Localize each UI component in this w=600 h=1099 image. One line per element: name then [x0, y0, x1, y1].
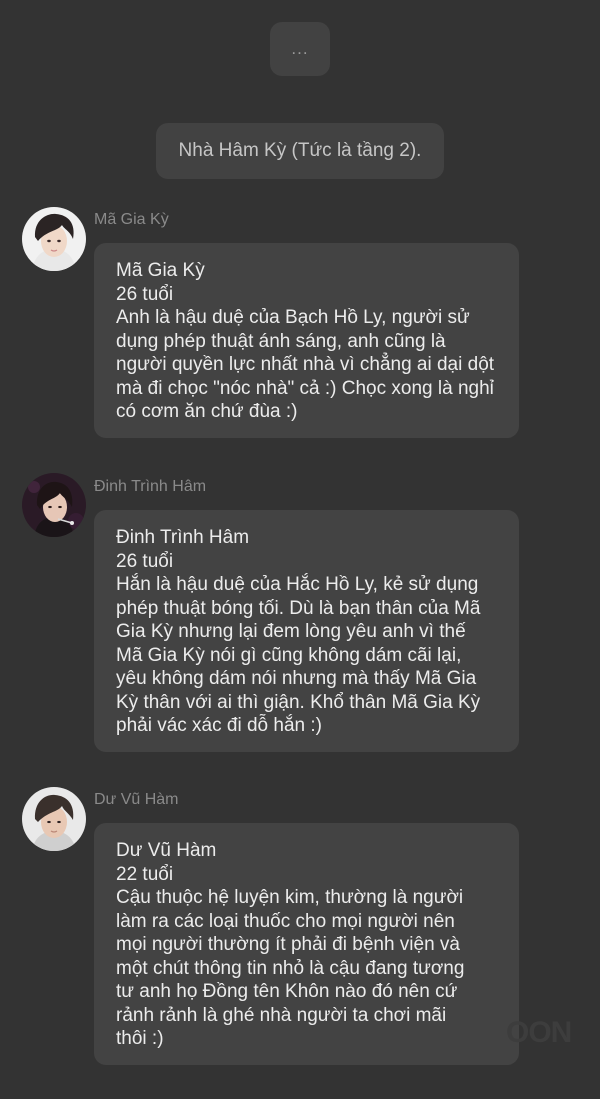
message-line: 26 tuổi [116, 550, 174, 572]
message-bubble-dinh-trinh-ham: Đinh Trình Hâm 26 tuổi Hắn là hậu duệ củ… [94, 510, 519, 752]
message-line: 26 tuổi [116, 283, 174, 305]
system-message-scene: Nhà Hâm Kỳ (Tức là tầng 2). [156, 123, 444, 179]
avatar-ma-gia-ky[interactable] [22, 207, 86, 271]
system-message-ellipsis: ... [270, 22, 330, 76]
avatar-photo-icon [22, 473, 86, 537]
message-line: phép thuật bóng tối. Dù là bạn thân của … [116, 597, 481, 619]
avatar-photo-icon [22, 207, 86, 271]
sender-name-du-vu-ham: Dư Vũ Hàm [94, 791, 179, 808]
avatar-du-vu-ham[interactable] [22, 787, 86, 851]
message-line: người quyền lực nhất nhà vì chẳng ai dại… [116, 354, 495, 375]
message-line: Mã Gia Kỳ nói gì cũng không dám cãi lại, [116, 644, 462, 666]
message-line: Hắn là hậu duệ của Hắc Hồ Ly, kẻ sử dụng [116, 574, 479, 595]
message-line: Anh là hậu duệ của Bạch Hồ Ly, người sử [116, 307, 470, 328]
message-line: có cơm ăn chứ đùa :) [116, 401, 298, 422]
message-line: mà đi chọc "nóc nhà" cả :) Chọc xong là … [116, 377, 494, 399]
message-line: một chút thông tin nhỏ là cậu đang tương [116, 957, 465, 979]
message-line: Dư Vũ Hàm [116, 840, 217, 861]
avatar-dinh-trinh-ham[interactable] [22, 473, 86, 537]
avatar-photo-icon [22, 787, 86, 851]
message-line: làm ra các loại thuốc cho mọi người nên [116, 910, 455, 932]
sender-name-ma-gia-ky: Mã Gia Kỳ [94, 211, 169, 228]
message-line: tư anh họ Đồng tên Khôn nào đó nên cứ [116, 981, 458, 1002]
message-line: yêu không dám nói nhưng mà thấy Mã Gia [116, 668, 477, 689]
message-bubble-ma-gia-ky: Mã Gia Kỳ 26 tuổi Anh là hậu duệ của Bạc… [94, 243, 519, 438]
message-line: 22 tuổi [116, 863, 174, 885]
message-line: phải vác xác đi dỗ hắn :) [116, 715, 322, 736]
message-line: dụng phép thuật ánh sáng, anh cũng là [116, 330, 446, 352]
message-line: rảnh rảnh là ghé nhà người ta chơi mãi [116, 1004, 447, 1026]
message-line: Cậu thuộc hệ luyện kim, thường là người [116, 887, 464, 908]
message-line: mọi người thường ít phải đi bệnh viện và [116, 934, 460, 955]
watermark: OON [506, 1016, 572, 1049]
message-bubble-du-vu-ham: Dư Vũ Hàm 22 tuổi Cậu thuộc hệ luyện kim… [94, 823, 519, 1065]
message-line: Kỳ thân với ai thì giận. Khổ thân Mã Gia… [116, 691, 481, 713]
message-line: thôi :) [116, 1028, 164, 1049]
sender-name-dinh-trinh-ham: Đinh Trình Hâm [94, 478, 207, 495]
message-line: Mã Gia Kỳ [116, 260, 205, 281]
message-line: Đinh Trình Hâm [116, 527, 250, 548]
message-line: Gia Kỳ nhưng lại đem lòng yêu anh vì thế [116, 621, 466, 642]
